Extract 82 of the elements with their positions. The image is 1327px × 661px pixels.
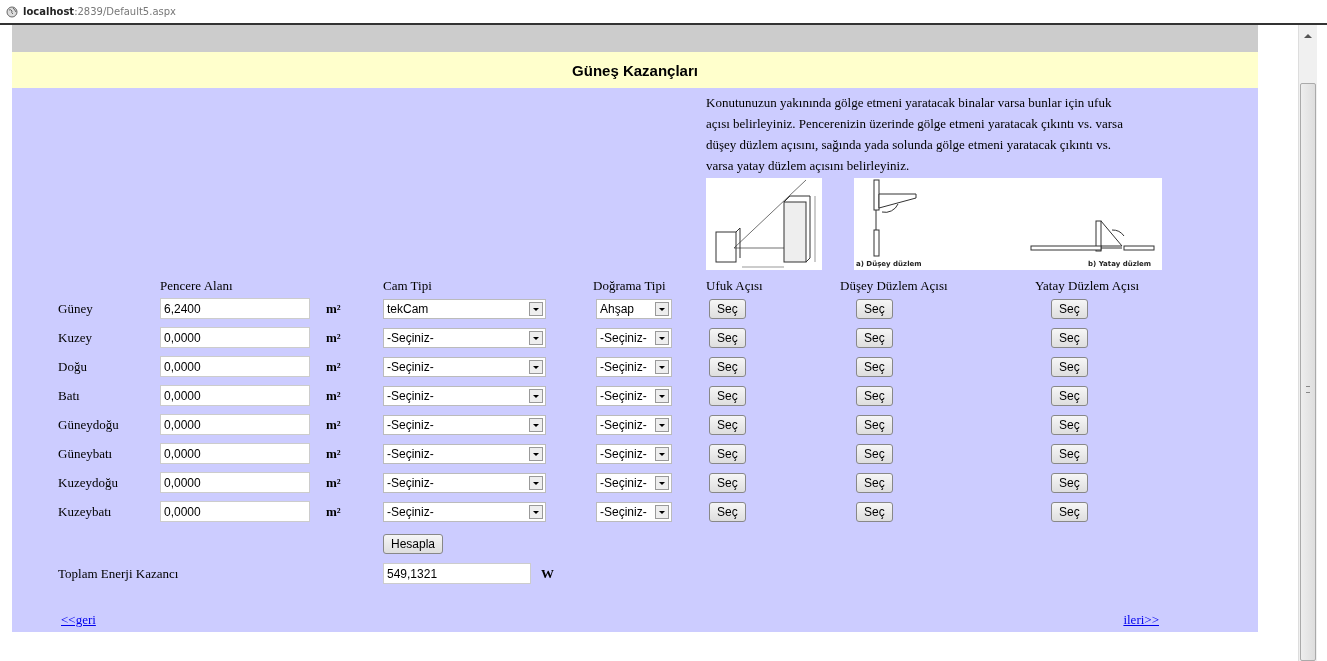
select-button[interactable]: Seç [856, 501, 893, 522]
direction-label: Kuzeybatı [58, 503, 112, 520]
column-header: Düşey Düzlem Açısı [840, 278, 948, 294]
frame-type-select[interactable]: -Seçiniz- [596, 443, 672, 464]
instruction-text: Konutunuzun yakınında gölge etmeni yaratacak binalar varsa bunlar için ufuk açısı belirleyiniz. Pencerenizin üzerinde gölge etmeni yaratacak çıkıntı vs. varsa düşey düzlem açısını, sağında yada solunda gölge etmeni yaratacak çıkıntı vs. varsa yatay düzlem açısını belirleyiniz. [706, 94, 1124, 175]
glass-type-select[interactable]: -Seçiniz- [383, 472, 546, 493]
unit-label: m² [326, 416, 341, 433]
select-button[interactable]: Seç [1051, 501, 1088, 522]
area-input[interactable]: 6,2400 [160, 298, 310, 319]
frame-type-select[interactable]: -Seçiniz- [596, 501, 672, 522]
select-button[interactable]: Seç [1051, 472, 1088, 493]
select-button[interactable]: Seç [856, 472, 893, 493]
direction-label: Güneydoğu [58, 416, 119, 433]
select-button[interactable]: Seç [856, 385, 893, 406]
glass-type-select[interactable]: -Seçiniz- [383, 414, 546, 435]
select-button[interactable]: Seç [1051, 356, 1088, 377]
unit-label: m² [326, 387, 341, 404]
back-link[interactable]: <<geri [61, 612, 96, 628]
select-button[interactable]: Seç [856, 414, 893, 435]
unit-label: m² [326, 300, 341, 317]
select-button[interactable]: Seç [856, 443, 893, 464]
glass-type-select[interactable]: -Seçiniz- [383, 356, 546, 377]
area-input[interactable]: 0,0000 [160, 327, 310, 348]
unit-label: m² [326, 503, 341, 520]
total-energy-field[interactable]: 549,1321 [383, 563, 531, 584]
area-input[interactable]: 0,0000 [160, 501, 310, 522]
direction-label: Doğu [58, 358, 87, 375]
select-button[interactable]: Seç [1051, 298, 1088, 319]
scroll-up-icon[interactable] [1304, 33, 1312, 39]
glass-type-select[interactable]: -Seçiniz- [383, 385, 546, 406]
scrollbar-thumb[interactable] [1300, 83, 1316, 661]
column-header: Pencere Alanı [160, 278, 233, 294]
unit-label: m² [326, 474, 341, 491]
frame-type-select[interactable]: -Seçiniz- [596, 472, 672, 493]
frame-type-select[interactable]: -Seçiniz- [596, 327, 672, 348]
area-input[interactable]: 0,0000 [160, 356, 310, 377]
area-input[interactable]: 0,0000 [160, 472, 310, 493]
select-button[interactable]: Seç [856, 298, 893, 319]
glass-type-select[interactable]: tekCam [383, 298, 546, 319]
select-button[interactable]: Seç [709, 327, 746, 348]
select-button[interactable]: Seç [709, 414, 746, 435]
area-input[interactable]: 0,0000 [160, 385, 310, 406]
calculate-button[interactable]: Hesapla [383, 533, 444, 554]
unit-label: m² [326, 358, 341, 375]
column-header: Cam Tipi [383, 278, 432, 294]
column-header: Yatay Düzlem Açısı [1035, 278, 1140, 294]
select-button[interactable]: Seç [1051, 414, 1088, 435]
frame-type-select[interactable]: -Seçiniz- [596, 385, 672, 406]
section-title: Güneş Kazançları [572, 61, 698, 79]
total-label: Toplam Enerji Kazancı [58, 565, 179, 582]
column-header: Doğrama Tipi [593, 278, 666, 294]
area-input[interactable]: 0,0000 [160, 443, 310, 464]
direction-label: Kuzey [58, 329, 92, 346]
select-button[interactable]: Seç [709, 443, 746, 464]
frame-type-select[interactable]: -Seçiniz- [596, 414, 672, 435]
select-button[interactable]: Seç [709, 501, 746, 522]
frame-type-select[interactable]: Ahşap [596, 298, 672, 319]
select-button[interactable]: Seç [1051, 385, 1088, 406]
direction-label: Kuzeydoğu [58, 474, 118, 491]
unit-label: m² [326, 445, 341, 462]
select-button[interactable]: Seç [709, 298, 746, 319]
frame-type-select[interactable]: -Seçiniz- [596, 356, 672, 377]
select-button[interactable]: Seç [1051, 443, 1088, 464]
glass-type-select[interactable]: -Seçiniz- [383, 327, 546, 348]
select-button[interactable]: Seç [1051, 327, 1088, 348]
select-button[interactable]: Seç [709, 385, 746, 406]
glass-type-select[interactable]: -Seçiniz- [383, 501, 546, 522]
unit-label: m² [326, 329, 341, 346]
next-link[interactable]: ileri>> [1123, 612, 1159, 628]
globe-icon [6, 5, 18, 18]
select-button[interactable]: Seç [709, 356, 746, 377]
direction-label: Batı [58, 387, 80, 404]
area-input[interactable]: 0,0000 [160, 414, 310, 435]
select-button[interactable]: Seç [856, 327, 893, 348]
column-header: Ufuk Açısı [706, 278, 763, 294]
unit-label: W [541, 565, 554, 582]
glass-type-select[interactable]: -Seçiniz- [383, 443, 546, 464]
select-button[interactable]: Seç [856, 356, 893, 377]
scrollbar[interactable] [1298, 25, 1317, 661]
direction-label: Güneybatı [58, 445, 113, 462]
select-button[interactable]: Seç [709, 472, 746, 493]
direction-label: Güney [58, 300, 93, 317]
